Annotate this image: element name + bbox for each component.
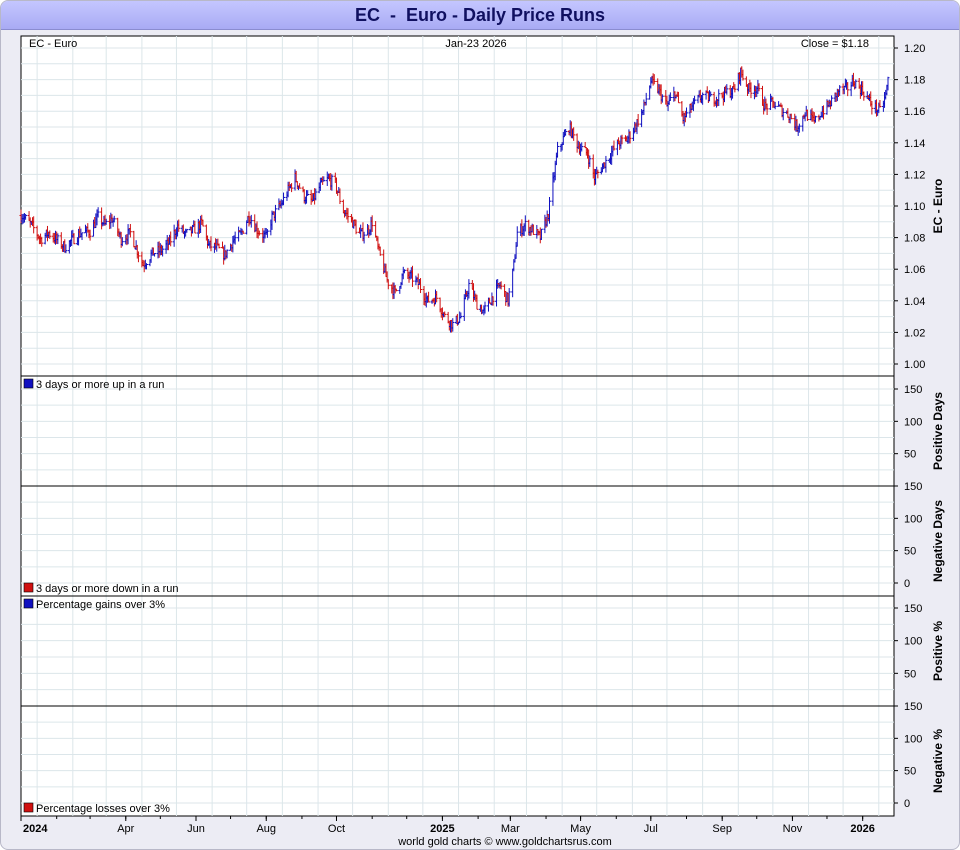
- x-tick-label: Mar: [501, 823, 520, 835]
- y-tick-label: 1.04: [904, 296, 925, 308]
- y-tick-label: 0: [904, 798, 910, 810]
- x-tick-label: Sep: [712, 823, 732, 835]
- y-tick-label: 100: [904, 733, 922, 745]
- y-axis-title: Negative Days: [931, 500, 945, 582]
- y-tick-label: 0: [904, 578, 910, 590]
- legend-label: 3 days or more down in a run: [36, 583, 178, 595]
- x-tick-label: Jun: [187, 823, 205, 835]
- y-tick-label: 1.08: [904, 233, 925, 245]
- y-tick-label: 1.20: [904, 43, 925, 55]
- x-tick-label: Apr: [117, 823, 134, 835]
- legend-swatch: [23, 378, 34, 389]
- y-tick-label: 50: [904, 449, 916, 461]
- y-tick-label: 150: [904, 481, 922, 493]
- x-tick-label: 2025: [430, 823, 454, 835]
- y-tick-label: 150: [904, 384, 922, 396]
- chart-header-right: Close = $1.18: [801, 38, 869, 50]
- legend-swatch: [23, 598, 34, 609]
- y-tick-label: 50: [904, 546, 916, 558]
- chart-window: EC - Euro - Daily Price Runs 1.20 1.18 1.1…: [0, 0, 960, 850]
- x-tick-label: 2024: [23, 823, 48, 835]
- legend-label: Percentage gains over 3%: [36, 599, 165, 611]
- y-tick-label: 1.00: [904, 359, 925, 371]
- legend-label: Percentage losses over 3%: [36, 803, 170, 815]
- y-axis-title: EC - Euro: [931, 179, 945, 234]
- legend-swatch: [23, 802, 34, 813]
- x-tick-label: Aug: [256, 823, 276, 835]
- legend-swatch: [23, 582, 34, 593]
- x-tick-label: Nov: [783, 823, 803, 835]
- y-tick-label: 150: [904, 701, 922, 713]
- y-tick-label: 50: [904, 766, 916, 778]
- x-tick-label: May: [570, 823, 591, 835]
- footer-credit: world gold charts © www.goldchartsrus.co…: [397, 836, 612, 848]
- x-tick-label: Oct: [328, 823, 345, 835]
- y-tick-label: 150: [904, 603, 922, 615]
- y-tick-label: 1.02: [904, 327, 925, 339]
- y-axis-title: Positive %: [931, 621, 945, 681]
- chart-header-center: Jan-23 2026: [445, 38, 506, 50]
- y-tick-label: 1.14: [904, 138, 925, 150]
- y-tick-label: 1.16: [904, 106, 925, 118]
- y-axis-title: Negative %: [931, 729, 945, 793]
- y-tick-label: 100: [904, 513, 922, 525]
- y-tick-label: 1.18: [904, 75, 925, 87]
- x-tick-label: 2026: [850, 823, 874, 835]
- x-tick-label: Jul: [644, 823, 658, 835]
- y-tick-label: 100: [904, 636, 922, 648]
- y-tick-label: 50: [904, 668, 916, 680]
- y-axis-title: Positive Days: [931, 392, 945, 470]
- y-tick-label: 1.10: [904, 201, 925, 213]
- legend-label: 3 days or more up in a run: [36, 379, 164, 391]
- y-tick-label: 1.06: [904, 264, 925, 276]
- chart-canvas: 1.20 1.18 1.16 1.14 1.12 1.10 1.08 1.06 1.04 1.02…: [19, 35, 945, 848]
- chart-header-left: EC - Euro: [29, 38, 77, 50]
- plot-area: [20, 35, 895, 817]
- y-tick-label: 1.12: [904, 169, 925, 181]
- y-tick-label: 100: [904, 416, 922, 428]
